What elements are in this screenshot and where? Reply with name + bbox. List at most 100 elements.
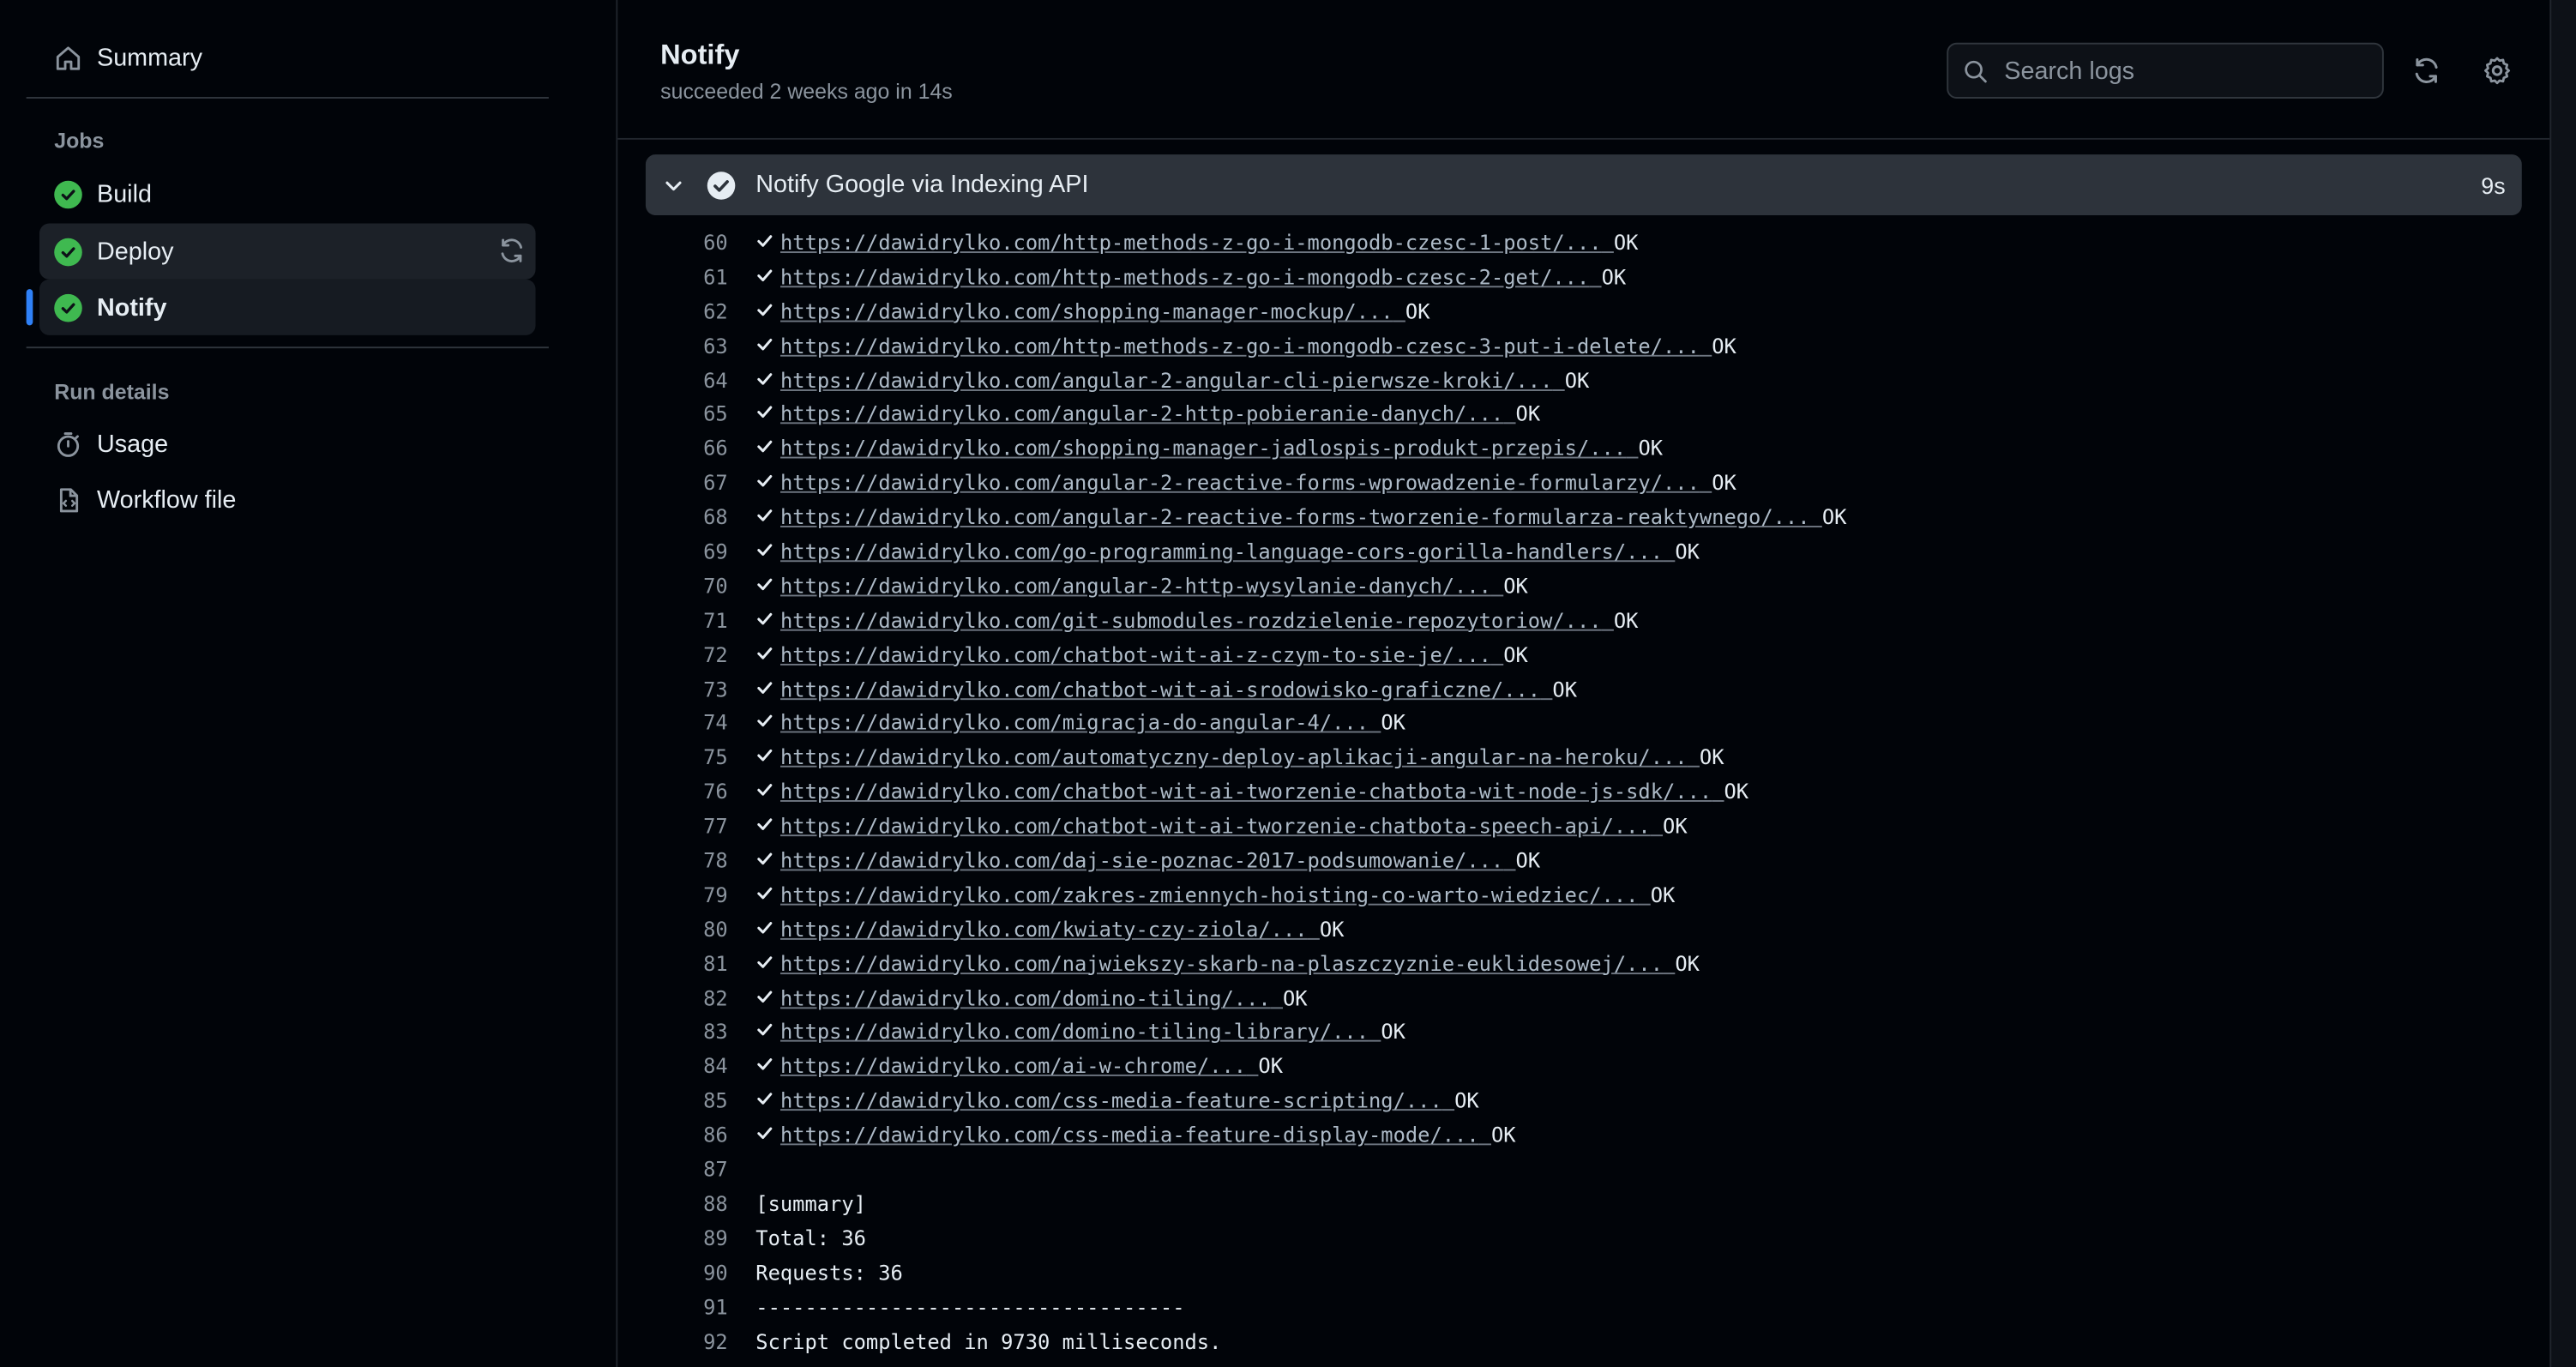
log-url-link[interactable]: https://dawidrylko.com/angular-2-http-wy… — [780, 570, 1528, 605]
log-url-link[interactable]: https://dawidrylko.com/domino-tiling/...… — [780, 982, 1308, 1016]
search-logs-box[interactable] — [1947, 42, 2384, 99]
log-url-link[interactable]: https://dawidrylko.com/chatbot-wit-ai-tw… — [780, 776, 1748, 810]
log-output: 60 https://dawidrylko.com/http-methods-z-… — [617, 226, 2549, 1359]
check-icon — [755, 433, 773, 467]
log-url: https://dawidrylko.com/angular-2-reactiv… — [780, 504, 1810, 530]
log-url: https://dawidrylko.com/daj-sie-poznac-20… — [780, 847, 1504, 873]
line-number[interactable]: 80 — [617, 913, 728, 948]
sidebar-job-deploy[interactable]: Deploy — [39, 223, 536, 280]
log-url-link[interactable]: https://dawidrylko.com/shopping-manager-… — [780, 295, 1429, 329]
check-icon — [755, 536, 773, 570]
log-url: https://dawidrylko.com/angular-2-http-wy… — [780, 573, 1491, 599]
line-number[interactable]: 90 — [617, 1256, 728, 1291]
line-number[interactable]: 63 — [617, 329, 728, 364]
line-number[interactable]: 69 — [617, 536, 728, 570]
line-number[interactable]: 72 — [617, 639, 728, 673]
log-text: Total: 36 — [755, 1225, 866, 1250]
check-icon — [755, 879, 773, 913]
log-url-link[interactable]: https://dawidrylko.com/git-submodules-ro… — [780, 605, 1638, 639]
sidebar-item-usage[interactable]: Usage — [39, 416, 536, 472]
log-url-link[interactable]: https://dawidrylko.com/chatbot-wit-ai-tw… — [780, 810, 1688, 845]
sidebar-job-build[interactable]: Build — [39, 166, 536, 221]
line-number[interactable]: 92 — [617, 1325, 728, 1359]
line-number[interactable]: 79 — [617, 879, 728, 913]
line-number[interactable]: 77 — [617, 810, 728, 845]
log-settings-button[interactable] — [2479, 52, 2515, 88]
line-number[interactable]: 89 — [617, 1222, 728, 1256]
log-url-link[interactable]: https://dawidrylko.com/angular-2-reactiv… — [780, 467, 1736, 502]
job-label: Deploy — [97, 237, 174, 266]
file-code-icon — [54, 485, 82, 514]
line-number[interactable]: 67 — [617, 467, 728, 502]
log-text: [summary] — [755, 1190, 866, 1216]
line-number[interactable]: 86 — [617, 1119, 728, 1153]
log-status: OK — [1515, 847, 1541, 873]
log-url-link[interactable]: https://dawidrylko.com/http-methods-z-go… — [780, 226, 1638, 261]
line-number[interactable]: 83 — [617, 1016, 728, 1051]
log-url-link[interactable]: https://dawidrylko.com/ai-w-chrome/... O… — [780, 1051, 1283, 1085]
log-url: https://dawidrylko.com/kwiaty-czy-ziola/… — [780, 916, 1308, 942]
line-number[interactable]: 81 — [617, 948, 728, 982]
line-number[interactable]: 68 — [617, 502, 728, 536]
line-number[interactable]: 65 — [617, 398, 728, 432]
jobs-section-title: Jobs — [54, 128, 105, 154]
check-icon — [755, 467, 773, 502]
line-number[interactable]: 82 — [617, 982, 728, 1016]
check-icon — [755, 1051, 773, 1085]
log-status: OK — [1821, 504, 1847, 530]
log-url-link[interactable]: https://dawidrylko.com/najwiekszy-skarb-… — [780, 948, 1700, 982]
log-url-link[interactable]: https://dawidrylko.com/domino-tiling-lib… — [780, 1016, 1405, 1051]
line-number[interactable]: 75 — [617, 742, 728, 776]
log-url-link[interactable]: https://dawidrylko.com/automatyczny-depl… — [780, 742, 1724, 776]
line-number[interactable]: 91 — [617, 1291, 728, 1325]
line-number[interactable]: 84 — [617, 1051, 728, 1085]
check-icon — [755, 708, 773, 742]
log-url-link[interactable]: https://dawidrylko.com/go-programming-la… — [780, 536, 1700, 570]
log-url-link[interactable]: https://dawidrylko.com/kwiaty-czy-ziola/… — [780, 913, 1344, 948]
sidebar-item-summary[interactable]: Summary — [39, 29, 536, 85]
chevron-down-icon[interactable] — [662, 173, 685, 196]
log-url-link[interactable]: https://dawidrylko.com/http-methods-z-go… — [780, 261, 1626, 295]
log-status: OK — [1503, 641, 1528, 667]
log-line: 60 https://dawidrylko.com/http-methods-z-… — [617, 226, 2549, 261]
line-number[interactable]: 85 — [617, 1085, 728, 1119]
scrollbar-track[interactable] — [2549, 0, 2576, 1367]
line-number[interactable]: 70 — [617, 570, 728, 605]
log-url-link[interactable]: https://dawidrylko.com/chatbot-wit-ai-sr… — [780, 673, 1577, 708]
log-url-link[interactable]: https://dawidrylko.com/css-media-feature… — [780, 1119, 1516, 1153]
line-number[interactable]: 88 — [617, 1188, 728, 1222]
line-number[interactable]: 74 — [617, 708, 728, 742]
log-url-link[interactable]: https://dawidrylko.com/migracja-do-angul… — [780, 708, 1405, 742]
line-number[interactable]: 76 — [617, 776, 728, 810]
line-number[interactable]: 64 — [617, 364, 728, 398]
line-number[interactable]: 71 — [617, 605, 728, 639]
log-url-link[interactable]: https://dawidrylko.com/zakres-zmiennych-… — [780, 879, 1675, 913]
log-status: OK — [1454, 1087, 1479, 1113]
log-url-link[interactable]: https://dawidrylko.com/angular-2-http-po… — [780, 398, 1540, 432]
check-icon — [755, 913, 773, 948]
log-url-link[interactable]: https://dawidrylko.com/chatbot-wit-ai-z-… — [780, 639, 1528, 673]
rerun-job-icon[interactable] — [497, 237, 526, 271]
line-number[interactable]: 66 — [617, 433, 728, 467]
sidebar-item-label: Workflow file — [97, 485, 237, 514]
line-number[interactable]: 62 — [617, 295, 728, 329]
line-number[interactable]: 87 — [617, 1153, 728, 1188]
log-url: https://dawidrylko.com/chatbot-wit-ai-z-… — [780, 641, 1491, 667]
search-logs-input[interactable] — [2001, 55, 2369, 87]
log-line: 92 Script completed in 9730 milliseconds. — [617, 1325, 2549, 1359]
log-url-link[interactable]: https://dawidrylko.com/daj-sie-poznac-20… — [780, 845, 1540, 879]
log-status: OK — [1381, 1019, 1405, 1045]
line-number[interactable]: 60 — [617, 226, 728, 261]
sidebar-item-workflow-file[interactable]: Workflow file — [39, 472, 536, 527]
log-url-link[interactable]: https://dawidrylko.com/angular-2-reactiv… — [780, 502, 1846, 536]
step-header[interactable]: Notify Google via Indexing API 9s — [645, 154, 2522, 215]
log-url-link[interactable]: https://dawidrylko.com/http-methods-z-go… — [780, 329, 1736, 364]
log-url-link[interactable]: https://dawidrylko.com/angular-2-angular… — [780, 364, 1589, 398]
log-url-link[interactable]: https://dawidrylko.com/shopping-manager-… — [780, 433, 1663, 467]
line-number[interactable]: 78 — [617, 845, 728, 879]
log-url-link[interactable]: https://dawidrylko.com/css-media-feature… — [780, 1085, 1479, 1119]
line-number[interactable]: 61 — [617, 261, 728, 295]
sidebar-job-notify[interactable]: Notify — [39, 279, 536, 335]
refresh-logs-button[interactable] — [2409, 52, 2445, 88]
line-number[interactable]: 73 — [617, 673, 728, 708]
